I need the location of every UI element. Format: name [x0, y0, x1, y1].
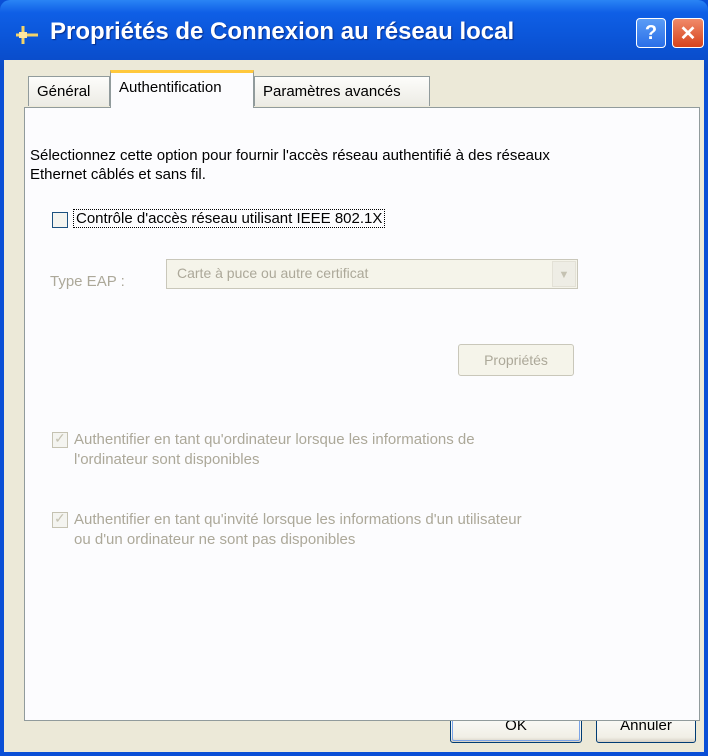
auth-computer-checkbox[interactable]: ✓ — [52, 430, 68, 448]
tab-advanced-settings[interactable]: Paramètres avancés — [254, 76, 430, 106]
network-connection-icon — [16, 26, 38, 44]
eap-type-label: Type EAP : — [50, 273, 125, 290]
auth-guest-checkbox[interactable]: ✓ — [52, 510, 68, 528]
tab-page-authentication — [24, 107, 700, 721]
tab-general[interactable]: Général — [28, 76, 110, 106]
auth-description: Sélectionnez cette option pour fournir l… — [30, 147, 550, 183]
eap-type-select[interactable]: Carte à puce ou autre certificat ▼ — [166, 259, 578, 289]
ieee-8021x-checkbox[interactable] — [52, 212, 68, 228]
dialog-client-area: Général Authentification Paramètres avan… — [4, 60, 704, 752]
dialog-window: Propriétés de Connexion au réseau local … — [0, 0, 708, 756]
close-button[interactable]: ✕ — [672, 18, 704, 48]
chevron-down-icon[interactable]: ▼ — [552, 261, 576, 287]
help-icon: ? — [644, 21, 658, 44]
tab-authentication[interactable]: Authentification — [110, 70, 254, 108]
auth-guest-label[interactable]: Authentifier en tant qu'invité lorsque l… — [74, 510, 524, 550]
window-title: Propriétés de Connexion au réseau local — [50, 18, 515, 45]
help-button[interactable]: ? — [636, 18, 666, 48]
checkmark-icon: ✓ — [54, 430, 66, 446]
ieee-8021x-label[interactable]: Contrôle d'accès réseau utilisant IEEE 8… — [72, 209, 386, 228]
properties-button[interactable]: Propriétés — [458, 344, 574, 376]
auth-computer-label[interactable]: Authentifier en tant qu'ordinateur lorsq… — [74, 430, 544, 470]
checkmark-icon: ✓ — [54, 510, 66, 526]
eap-type-value: Carte à puce ou autre certificat — [177, 265, 369, 281]
close-icon: ✕ — [679, 22, 697, 45]
